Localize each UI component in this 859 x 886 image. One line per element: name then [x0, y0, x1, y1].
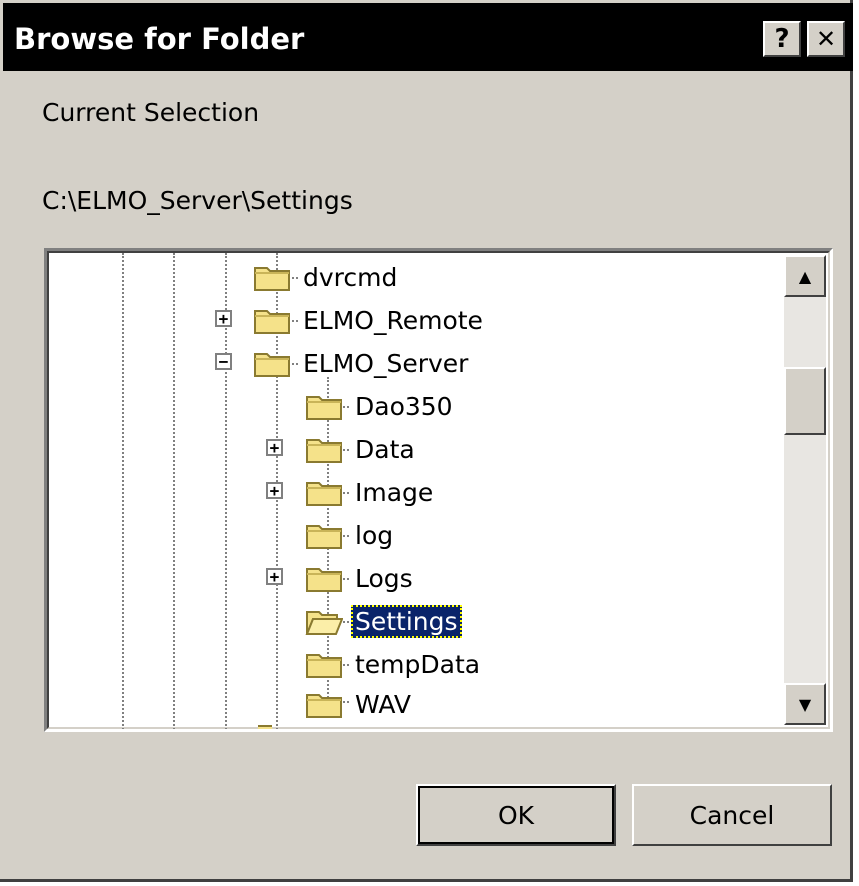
collapse-toggle[interactable]: − [215, 353, 232, 370]
scroll-up-button[interactable]: ▲ [784, 255, 826, 297]
tree-item-label-selected: Settings [351, 604, 462, 638]
tree-item-elmo-server[interactable]: ELMO_Server [253, 342, 472, 384]
tree-item-dvrcmd[interactable]: dvrcmd [253, 256, 401, 298]
window-title: Browse for Folder [14, 22, 305, 56]
tree-item-label: ELMO_Remote [303, 305, 483, 335]
tree-item-data[interactable]: Data [305, 428, 419, 470]
expand-toggle[interactable]: + [266, 568, 283, 585]
tree-item-label: Logs [355, 563, 413, 593]
browse-for-folder-dialog: Browse for Folder ? ✕ Current Selection … [0, 0, 853, 882]
folder-tree[interactable]: dvrcmd + ELMO_Remote − ELMO_Server Dao35… [44, 248, 833, 732]
arrow-up-icon: ▲ [798, 266, 812, 286]
plus-icon: + [269, 437, 280, 457]
tree-item-log[interactable]: log [305, 514, 397, 556]
tree-item-settings[interactable]: Settings [305, 600, 462, 642]
close-button[interactable]: ✕ [807, 21, 845, 57]
arrow-down-icon: ▼ [798, 694, 812, 714]
minus-icon: − [218, 351, 229, 371]
tree-viewport: dvrcmd + ELMO_Remote − ELMO_Server Dao35… [47, 251, 830, 729]
scroll-down-button[interactable]: ▼ [784, 683, 826, 725]
tree-item-label: Data [355, 434, 415, 464]
folder-icon [254, 353, 290, 377]
tree-item-tempdata[interactable]: tempData [305, 643, 484, 685]
tree-item-elmo-remote[interactable]: ELMO_Remote [253, 299, 487, 341]
tree-item-dao350[interactable]: Dao350 [305, 385, 457, 427]
tree-guide-line [122, 253, 124, 729]
tree-item-label: dvrcmd [303, 262, 398, 292]
plus-icon: + [269, 480, 280, 500]
open-folder-icon [305, 611, 343, 635]
expand-toggle[interactable]: + [215, 310, 232, 327]
tree-item-image[interactable]: Image [305, 471, 437, 513]
tree-item-label: Dao350 [355, 391, 453, 421]
folder-icon [254, 310, 290, 334]
tree-item-wav[interactable]: WAV [305, 683, 415, 725]
tree-item-logs[interactable]: Logs [305, 557, 417, 599]
expand-toggle[interactable]: + [266, 439, 283, 456]
current-path: C:\ELMO_Server\Settings [42, 186, 353, 215]
help-button[interactable]: ? [763, 21, 801, 57]
expand-toggle[interactable]: + [266, 482, 283, 499]
folder-icon [306, 568, 342, 592]
partial-folder-icon [258, 725, 272, 729]
ok-button[interactable]: OK [416, 784, 616, 846]
folder-icon [306, 482, 342, 506]
plus-icon: + [218, 308, 229, 328]
help-icon: ? [774, 24, 790, 54]
scroll-thumb[interactable] [784, 367, 826, 435]
tree-guide-line [173, 253, 175, 729]
folder-icon [306, 525, 342, 549]
tree-item-label: log [355, 520, 394, 550]
folder-icon [306, 694, 342, 718]
close-icon: ✕ [815, 25, 837, 53]
folder-icon [306, 654, 342, 678]
cancel-button[interactable]: Cancel [632, 784, 832, 846]
folder-icon [306, 396, 342, 420]
folder-icon [306, 439, 342, 463]
tree-item-label: ELMO_Server [303, 348, 469, 378]
vertical-scrollbar[interactable]: ▲ ▼ [784, 255, 826, 725]
plus-icon: + [269, 566, 280, 586]
tree-item-label: tempData [355, 649, 481, 679]
current-selection-label: Current Selection [42, 98, 260, 127]
folder-icon [254, 267, 290, 291]
tree-item-label: Image [355, 477, 434, 507]
tree-item-label: WAV [355, 689, 411, 719]
title-bar: Browse for Folder ? ✕ [3, 3, 853, 71]
